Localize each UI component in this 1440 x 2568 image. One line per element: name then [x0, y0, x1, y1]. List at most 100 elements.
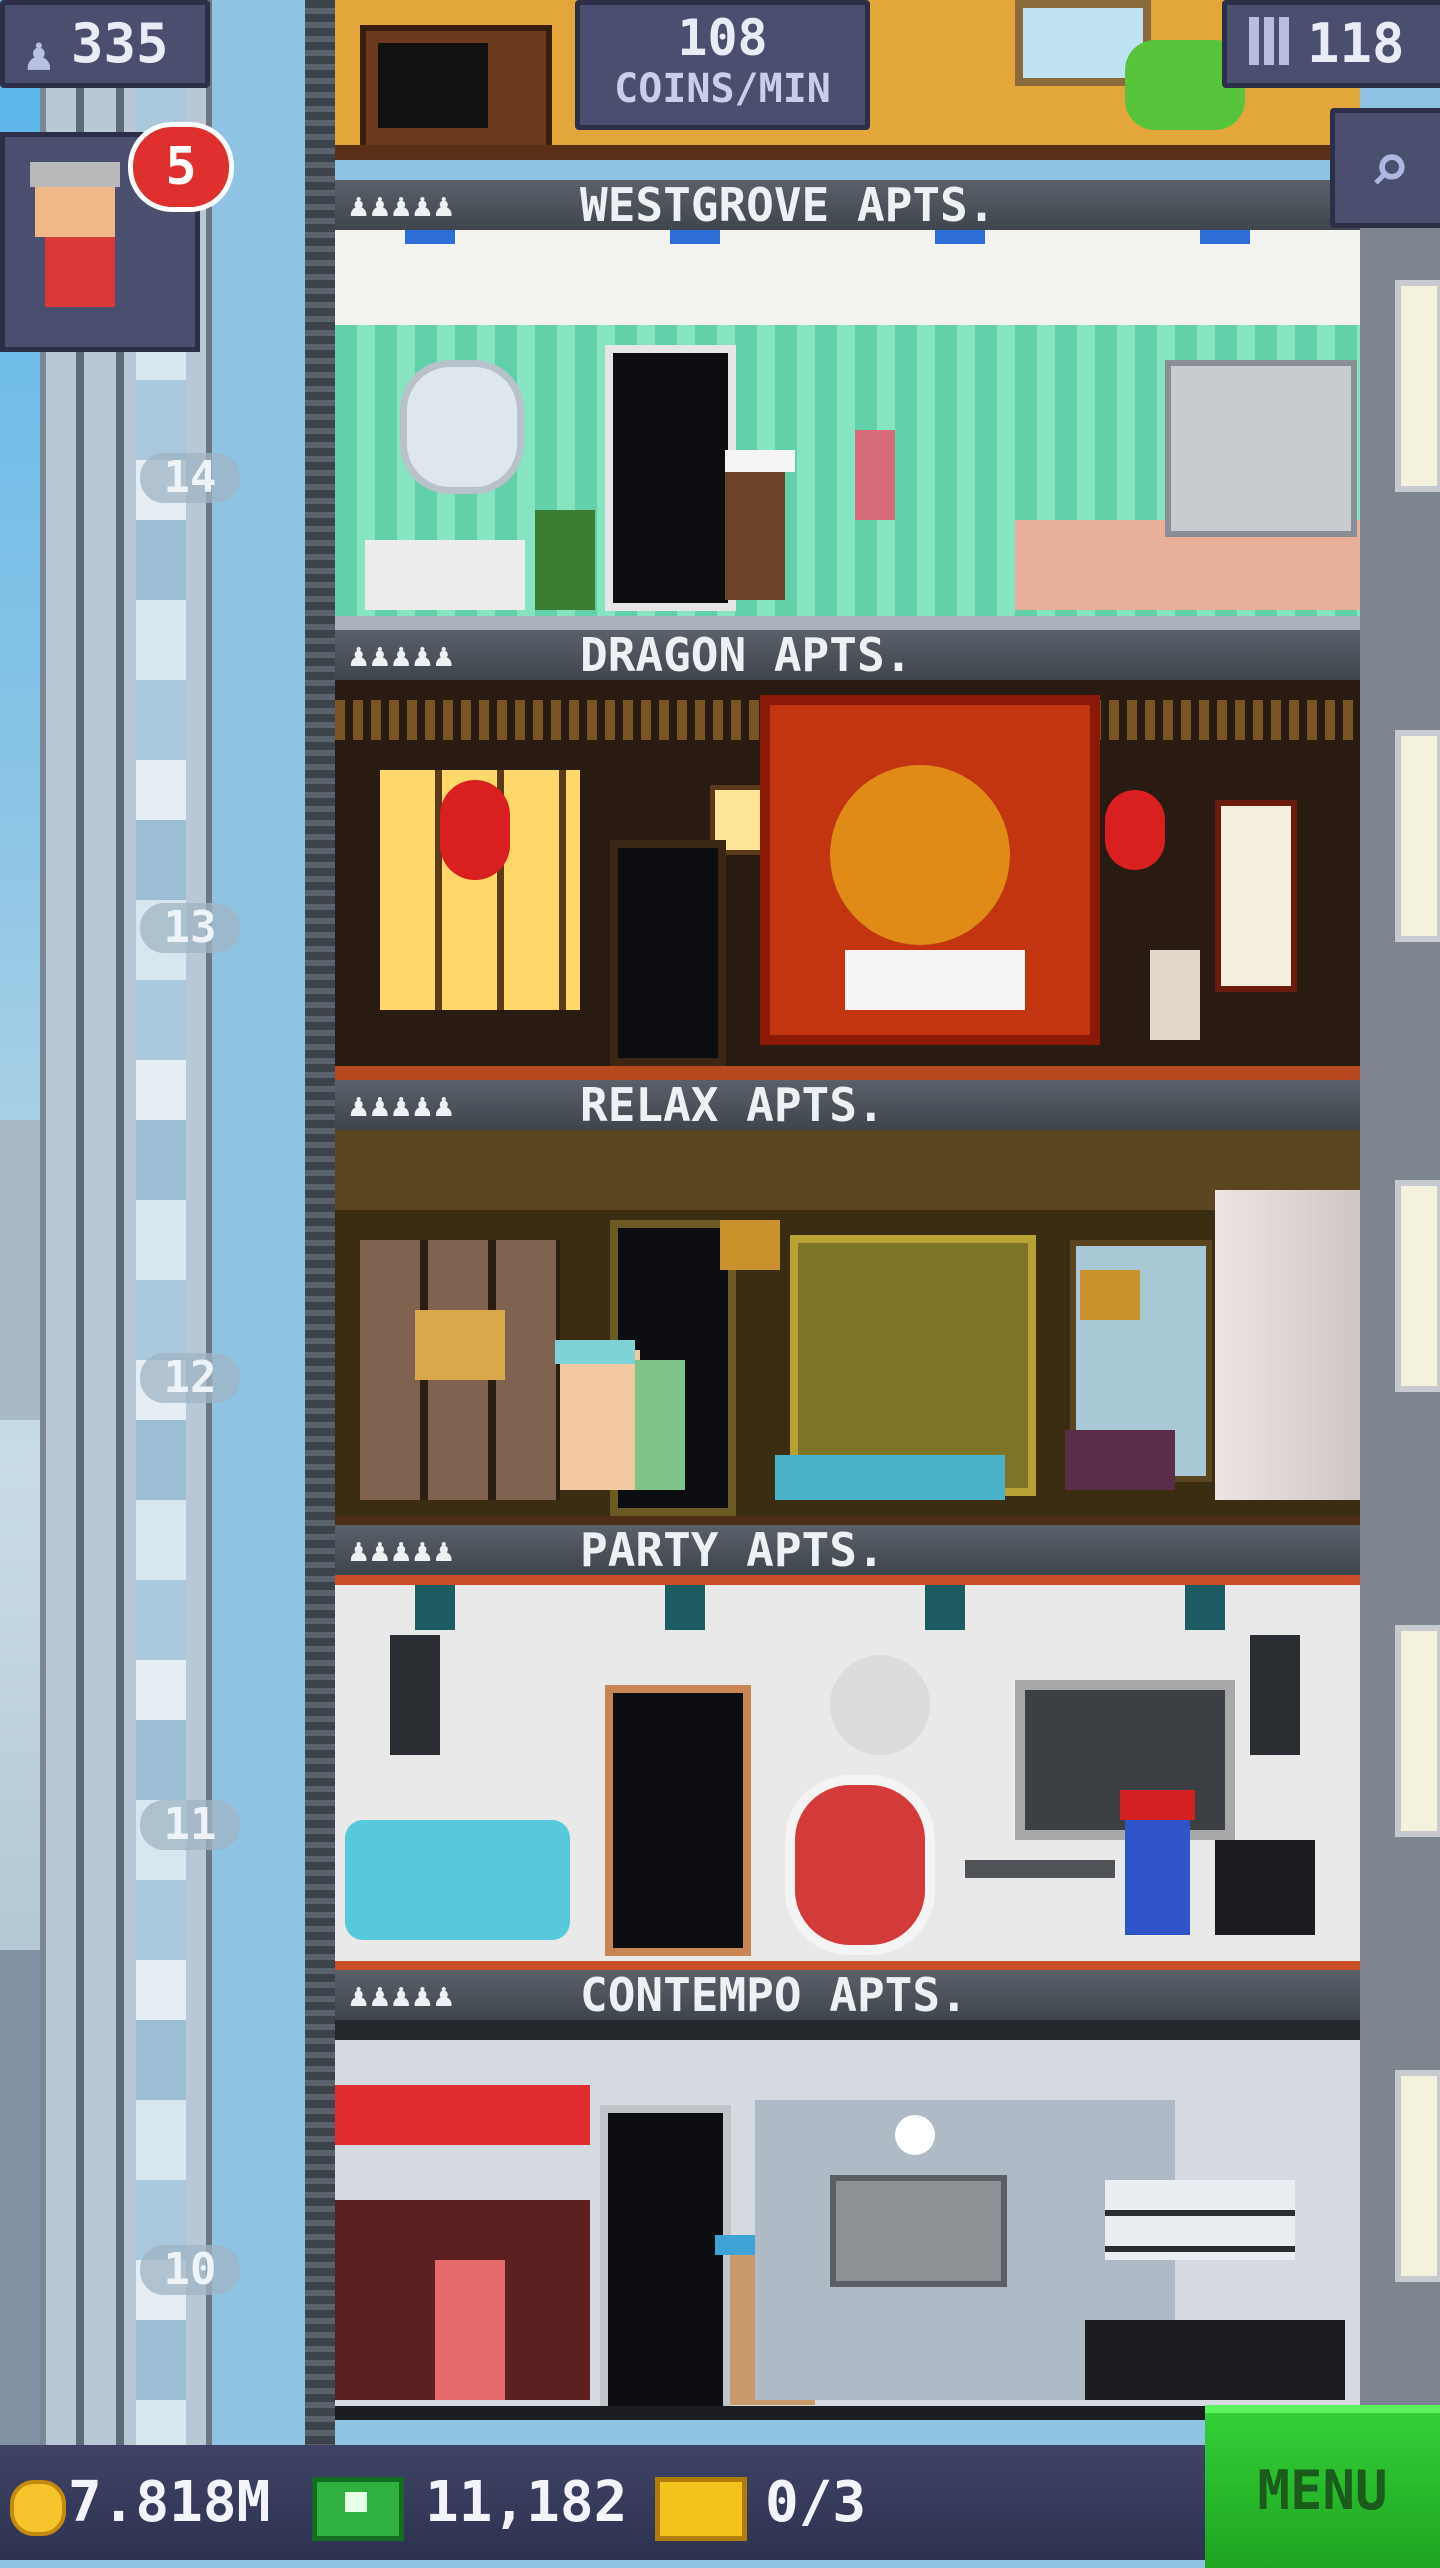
speaker-icon: [390, 1635, 440, 1755]
floor-count-value: 118: [1307, 12, 1405, 75]
search-button[interactable]: ⌕: [1330, 108, 1440, 228]
plant-icon: [535, 510, 595, 610]
notification-badge: 5: [128, 122, 234, 212]
people-icon: ♟♟♟♟♟: [349, 1086, 456, 1124]
floor-label-bar[interactable]: ♟♟♟♟♟ WESTGROVE APTS.: [335, 180, 1360, 230]
shelf-icon: [1105, 2180, 1295, 2260]
spotlight-icon: [925, 1585, 965, 1630]
floor-number: 14: [140, 453, 240, 503]
floor-number: 13: [140, 903, 240, 953]
wall-light: [1395, 1180, 1440, 1392]
people-icon: ♟♟♟♟♟: [349, 636, 456, 674]
spotlight-icon: [1185, 1585, 1225, 1630]
hanging-lamp-icon: [1080, 1270, 1140, 1320]
ceiling: [335, 2020, 1360, 2040]
people-icon: ♟♟♟♟♟: [349, 186, 456, 224]
cap-icon: [555, 1340, 635, 1364]
resident-icon[interactable]: [725, 460, 785, 600]
distant-building: [0, 1120, 40, 1420]
population-counter[interactable]: ♟ 335: [0, 0, 210, 88]
door[interactable]: [605, 345, 736, 611]
resident-icon[interactable]: [1125, 1800, 1190, 1935]
wall-light: [1395, 2070, 1440, 2282]
lantern-icon: [1105, 790, 1165, 870]
coin-icon: [10, 2480, 66, 2536]
visitor-body-icon: [45, 237, 115, 307]
floor-count-panel[interactable]: 118: [1222, 0, 1440, 88]
hanging-lamp-icon: [720, 1220, 780, 1270]
floor-label-bar[interactable]: ♟♟♟♟♟ CONTEMPO APTS.: [335, 1970, 1360, 2020]
pendant-light-icon: [895, 2115, 935, 2155]
bed-icon[interactable]: [845, 950, 1025, 1010]
side-table: [1065, 1430, 1175, 1490]
building-icon: [1249, 17, 1289, 65]
elevator-shaft[interactable]: [40, 0, 212, 2445]
floor-trim: [335, 145, 1360, 160]
spotlight-icon: [665, 1585, 705, 1630]
resident-icon[interactable]: [435, 2260, 505, 2400]
floor-label-bar[interactable]: ♟♟♟♟♟ PARTY APTS.: [335, 1525, 1360, 1575]
people-icon: ♟♟♟♟♟: [349, 1976, 456, 2014]
floor-label: WESTGROVE APTS.: [580, 178, 996, 232]
elevator-rail: [116, 0, 124, 2445]
coins-per-min-value: 108: [677, 9, 768, 67]
ceiling-light: [670, 230, 720, 244]
bed-icon[interactable]: [775, 1455, 1005, 1500]
ceiling-light: [935, 230, 985, 244]
door[interactable]: [600, 2105, 731, 2420]
sofa-icon[interactable]: [345, 1820, 570, 1940]
ceiling-trim: [335, 1575, 1360, 1585]
westgrove-room[interactable]: [335, 230, 1360, 630]
wall-art: [830, 2175, 1007, 2287]
wall-light: [1395, 280, 1440, 492]
disco-ball-icon: [830, 1655, 930, 1755]
wall-light: [1395, 1625, 1440, 1837]
coins-value[interactable]: 7.818M: [68, 2445, 270, 2560]
cap-icon: [1120, 1790, 1195, 1820]
floor-label: DRAGON APTS.: [580, 628, 913, 682]
ceiling: [335, 230, 1360, 325]
elevator-glass: [136, 0, 186, 2445]
bed-icon[interactable]: [1085, 2320, 1345, 2400]
relax-room[interactable]: [335, 1130, 1360, 1530]
elevator-rail: [76, 0, 84, 2445]
ceiling: [335, 1130, 1360, 1210]
ceiling-light: [405, 230, 455, 244]
tickets-value[interactable]: 0/3: [765, 2445, 866, 2560]
visitor-hat-icon: [30, 162, 120, 187]
population-value: 335: [71, 12, 169, 75]
tv-icon: [360, 25, 552, 157]
vase-icon: [1150, 950, 1200, 1040]
egg-chair-icon[interactable]: [785, 1775, 935, 1955]
door[interactable]: [610, 840, 726, 1066]
calligraphy-scroll-icon: [1215, 800, 1297, 992]
resident-icon[interactable]: [635, 1360, 685, 1490]
menu-button[interactable]: MENU: [1205, 2405, 1440, 2568]
flower-vase-icon: [855, 430, 895, 520]
person-icon: ♟: [25, 27, 53, 81]
floor-label-bar[interactable]: ♟♟♟♟♟ DRAGON APTS.: [335, 630, 1360, 680]
contempo-room[interactable]: [335, 2020, 1360, 2420]
mirror-icon: [400, 360, 524, 494]
bux-value[interactable]: 11,182: [425, 2445, 627, 2560]
party-room[interactable]: [335, 1575, 1360, 1975]
floor-label-bar[interactable]: ♟♟♟♟♟ RELAX APTS.: [335, 1080, 1360, 1130]
magnifier-icon: ⌕: [1368, 127, 1412, 209]
dragon-room[interactable]: [335, 680, 1360, 1080]
door[interactable]: [605, 1685, 751, 1956]
resident-icon[interactable]: [560, 1350, 640, 1490]
floor-number: 10: [140, 2245, 240, 2295]
curtain: [1215, 1190, 1360, 1500]
floor-label: PARTY APTS.: [580, 1523, 885, 1577]
ceiling-light: [1200, 230, 1250, 244]
speaker-icon: [1250, 1635, 1300, 1755]
girder-column: [305, 0, 335, 2445]
coins-per-min-panel[interactable]: 108 COINS/MIN: [575, 0, 870, 130]
people-icon: ♟♟♟♟♟: [349, 1531, 456, 1569]
floor-label: CONTEMPO APTS.: [580, 1968, 968, 2022]
distant-building: [0, 1950, 40, 2445]
chef-hat-icon: [725, 450, 795, 472]
floor-number: 11: [140, 1800, 240, 1850]
red-panel: [335, 2085, 590, 2145]
lamp-icon: [415, 1310, 505, 1380]
